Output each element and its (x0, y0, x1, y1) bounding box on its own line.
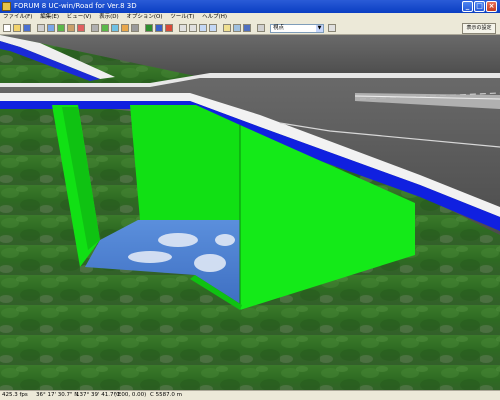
3d-viewport[interactable] (0, 35, 500, 390)
menu-edit[interactable]: 編集(E) (37, 13, 62, 22)
menu-display[interactable]: 表示(D) (96, 13, 122, 22)
display-settings-button[interactable]: 表示の設定 (462, 23, 496, 34)
minimize-button[interactable]: _ (462, 1, 473, 12)
camera-icon[interactable] (155, 24, 163, 32)
sun-icon[interactable] (223, 24, 231, 32)
chevron-down-icon: ▼ (316, 25, 323, 32)
coords-readout: (0.00, 0.00) (114, 392, 147, 398)
viewpoint-select-value: 視点 (273, 25, 285, 31)
save-icon[interactable] (23, 24, 31, 32)
object-icon[interactable] (131, 24, 139, 32)
elevation-readout: C 5587.0 m (150, 392, 182, 398)
close-button[interactable]: × (486, 1, 497, 12)
screenshot-icon[interactable] (243, 24, 251, 32)
pan-icon[interactable] (209, 24, 217, 32)
tree-icon[interactable] (57, 24, 65, 32)
rotate-icon[interactable] (199, 24, 207, 32)
light-icon[interactable] (121, 24, 129, 32)
vegetation-icon[interactable] (101, 24, 109, 32)
record-icon[interactable] (165, 24, 173, 32)
zoom-in-icon[interactable] (179, 24, 187, 32)
menu-tools[interactable]: ツール(T) (167, 13, 197, 22)
menu-file[interactable]: ファイル(F) (0, 13, 35, 22)
menu-options[interactable]: オプション(O) (123, 13, 165, 22)
play-icon[interactable] (145, 24, 153, 32)
menu-bar: ファイル(F) 編集(E) ビュー(V) 表示(D) オプション(O) ツール(… (0, 13, 500, 22)
building-icon[interactable] (67, 24, 75, 32)
menu-help[interactable]: ヘルプ(H) (199, 13, 230, 22)
window-title: FORUM 8 UC-win/Road for Ver.8 3D (14, 2, 137, 10)
road-icon[interactable] (91, 24, 99, 32)
center-wall (130, 105, 240, 220)
viewpoint-select[interactable]: 視点 ▼ (270, 24, 324, 33)
title-bar: FORUM 8 UC-win/Road for Ver.8 3D _ □ × (0, 0, 500, 13)
road-edit-icon[interactable] (37, 24, 45, 32)
terrain-icon[interactable] (47, 24, 55, 32)
status-bar: 425.3 fps 36° 17' 30.7" N 137° 39' 41.7"… (0, 390, 500, 400)
fps-readout: 425.3 fps (2, 392, 28, 398)
open-icon[interactable] (13, 24, 21, 32)
viewpoint-add-icon[interactable] (328, 24, 336, 32)
settings-icon[interactable] (257, 24, 265, 32)
weather-icon[interactable] (233, 24, 241, 32)
water-icon[interactable] (111, 24, 119, 32)
scene-canvas (0, 35, 500, 390)
toolbar: 視点 ▼ 表示の設定 (0, 22, 500, 35)
latitude-readout: 36° 17' 30.7" N (36, 392, 79, 398)
sign-icon[interactable] (77, 24, 85, 32)
menu-view[interactable]: ビュー(V) (64, 13, 95, 22)
app-icon (2, 2, 11, 11)
new-icon[interactable] (3, 24, 11, 32)
zoom-out-icon[interactable] (189, 24, 197, 32)
maximize-button[interactable]: □ (474, 1, 485, 12)
